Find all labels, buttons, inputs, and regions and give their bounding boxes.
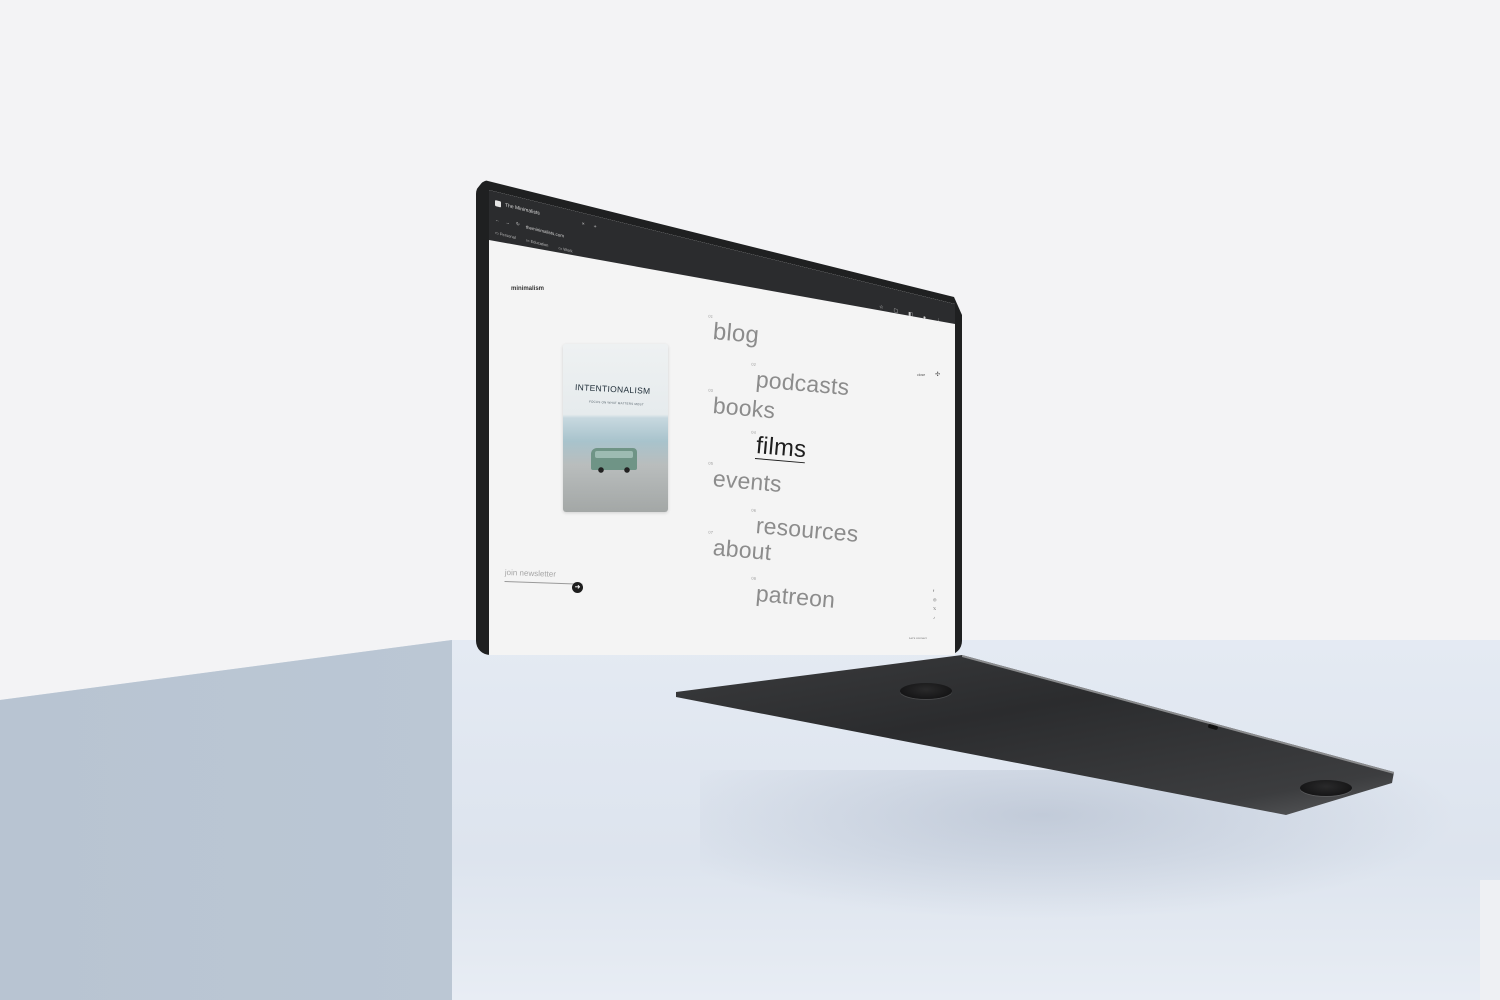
reload-icon[interactable]: ↻	[516, 221, 520, 228]
site-logo[interactable]: minimalism	[511, 286, 544, 292]
tiktok-icon[interactable]: ♪	[933, 615, 937, 620]
menu-label: close	[917, 372, 926, 377]
newsletter-input[interactable]: join newsletter	[504, 568, 583, 585]
facebook-icon[interactable]: f	[933, 588, 937, 593]
sidebar-icon[interactable]: ◧	[908, 311, 913, 318]
nav-item-about[interactable]: 07 about	[708, 530, 772, 566]
van-illustration	[591, 448, 637, 473]
nav-item-podcasts[interactable]: 02 podcasts	[751, 362, 850, 401]
newsletter-submit-button[interactable]: ➜	[572, 582, 583, 593]
profile-icon[interactable]: ●	[923, 315, 926, 322]
back-icon[interactable]: ←	[495, 217, 500, 223]
laptop-foot	[1300, 780, 1352, 796]
social-links: f ◎ 𝕏 ♪	[933, 588, 937, 620]
star-icon[interactable]: ☆	[879, 304, 883, 311]
favicon-icon	[495, 200, 501, 208]
nav-item-blog[interactable]: 01 blog	[708, 314, 760, 350]
pedestal-edge	[1480, 880, 1500, 1000]
nav-item-books[interactable]: 03 books	[708, 388, 776, 424]
book-subtitle: FOCUS ON WHAT MATTERS MOST	[588, 399, 644, 407]
laptop-foot	[900, 683, 952, 699]
book-title: INTENTIONALISM	[574, 382, 651, 396]
nav-item-patreon[interactable]: 08 patreon	[751, 576, 836, 614]
instagram-icon[interactable]: ◎	[933, 597, 937, 602]
new-tab-icon[interactable]: +	[594, 224, 597, 231]
forward-icon[interactable]: →	[506, 219, 511, 225]
close-icon[interactable]: ✣	[935, 371, 940, 378]
menu-icon[interactable]: ⋮	[936, 318, 941, 325]
nav-item-events[interactable]: 05 events	[708, 461, 783, 498]
nav-item-films[interactable]: 04 films	[751, 430, 807, 464]
scene: The Minimalists × + ← → ↻ theminimalists…	[0, 0, 1500, 1000]
book-cover[interactable]: INTENTIONALISM FOCUS ON WHAT MATTERS MOS…	[563, 344, 668, 512]
menu-toggle[interactable]: close ✣	[917, 371, 940, 378]
extensions-icon[interactable]: ▢	[893, 307, 898, 314]
laptop-screen: The Minimalists × + ← → ↻ theminimalists…	[489, 190, 955, 655]
tab-close-icon[interactable]: ×	[582, 221, 585, 228]
x-icon[interactable]: 𝕏	[933, 606, 937, 611]
lets-connect-label: Let's connect	[909, 636, 927, 640]
